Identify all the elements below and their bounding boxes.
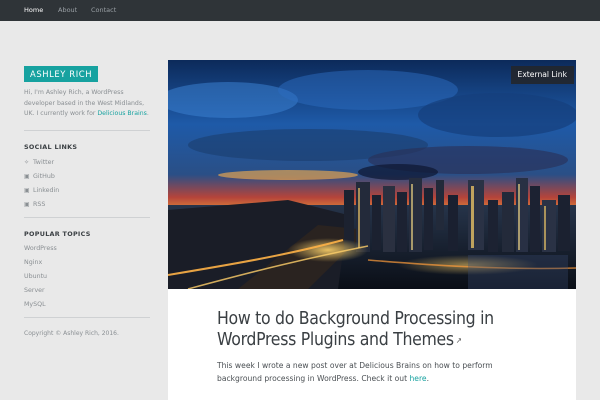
popular-topics-heading: POPULAR TOPICS: [24, 229, 91, 238]
social-link-twitter[interactable]: ✧ Twitter: [24, 156, 150, 170]
topic-link-ubuntu[interactable]: Ubuntu: [24, 270, 150, 284]
nav-item-about[interactable]: About: [58, 0, 77, 21]
external-link-badge: External Link: [510, 66, 574, 84]
divider: [24, 316, 150, 318]
github-icon: ▣: [24, 172, 30, 180]
social-links-heading: SOCIAL LINKS: [24, 142, 78, 151]
twitter-icon: ✧: [24, 158, 30, 166]
bio-end: .: [146, 110, 149, 117]
topic-link-nginx[interactable]: Nginx: [24, 256, 150, 270]
nav-item-contact[interactable]: Contact: [91, 0, 116, 21]
linkedin-icon: ▣: [24, 186, 30, 194]
post-title-text: How to do Background Processing in WordP…: [217, 309, 494, 350]
social-link-linkedin[interactable]: ▣ Linkedin: [24, 184, 150, 198]
author-bio: Hi, I'm Ashley Rich, a WordPress develop…: [24, 88, 150, 120]
excerpt-text: This week I wrote a new post over at Del…: [217, 361, 493, 383]
excerpt-end: .: [426, 374, 430, 383]
social-link-label: RSS: [33, 200, 46, 208]
social-link-github[interactable]: ▣ GitHub: [24, 170, 150, 184]
social-link-rss[interactable]: ▣ RSS: [24, 198, 150, 212]
excerpt-here-link[interactable]: here: [409, 374, 426, 383]
post-featured-image[interactable]: External Link: [168, 60, 576, 289]
social-link-label: Twitter: [33, 158, 55, 166]
divider: [24, 216, 150, 218]
sidebar: ASHLEY RICH Hi, I'm Ashley Rich, a WordP…: [24, 62, 150, 337]
nav-item-home[interactable]: Home: [24, 0, 43, 21]
bio-employer-link[interactable]: Delicious Brains: [97, 110, 146, 117]
copyright-text: Copyright © Ashley Rich, 2016.: [24, 329, 119, 337]
topic-link-wordpress[interactable]: WordPress: [24, 242, 150, 256]
external-link-icon: ↗: [455, 336, 462, 345]
divider: [24, 129, 150, 131]
city-skyline-image: [168, 60, 576, 289]
topic-link-server[interactable]: Server: [24, 284, 150, 298]
rss-icon: ▣: [24, 200, 30, 208]
post-excerpt: This week I wrote a new post over at Del…: [217, 359, 537, 385]
post-title[interactable]: How to do Background Processing in WordP…: [217, 309, 517, 351]
site-title-link[interactable]: ASHLEY RICH: [24, 66, 99, 82]
popular-topics-list: WordPress Nginx Ubuntu Server MySQL: [24, 242, 150, 312]
topic-link-mysql[interactable]: MySQL: [24, 298, 150, 312]
top-navigation: Home About Contact: [0, 0, 600, 21]
post-card: External Link How to do Background Proce…: [168, 60, 576, 400]
social-link-label: Linkedin: [33, 186, 60, 194]
social-link-label: GitHub: [33, 172, 55, 180]
social-links-list: ✧ Twitter ▣ GitHub ▣ Linkedin ▣ RSS: [24, 156, 150, 212]
